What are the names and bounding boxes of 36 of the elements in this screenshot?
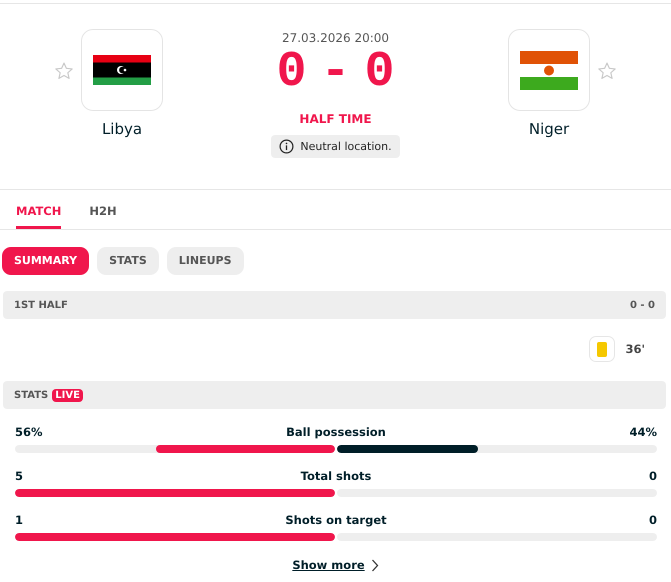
team-name[interactable]: Niger — [528, 120, 570, 138]
team-logo[interactable] — [81, 29, 163, 111]
away-stat-value: 0 — [648, 469, 657, 483]
half-score: 0 - 0 — [630, 300, 655, 310]
stat-name: Ball possession — [286, 425, 386, 439]
summary-tab[interactable]: STATS — [97, 247, 159, 275]
home-stat-value: 56% — [15, 425, 43, 439]
match-tab[interactable]: H2H — [89, 190, 117, 229]
incident-minute: 36' — [625, 342, 645, 356]
summary-tab[interactable]: SUMMARY — [2, 247, 90, 275]
favorite-star-icon[interactable] — [597, 61, 617, 81]
match-date: 27.03.2026 20:00 — [282, 31, 390, 45]
section-title: STATS — [14, 390, 48, 400]
flag-icon — [93, 55, 151, 85]
chevron-right-icon[interactable] — [370, 558, 379, 572]
info-icon — [279, 139, 294, 154]
score-separator: - — [320, 51, 350, 95]
home-score: 0 — [276, 51, 306, 95]
home-stat-value: 1 — [15, 513, 24, 527]
summary-tab[interactable]: LINEUPS — [166, 247, 244, 275]
stat-name: Shots on target — [285, 513, 387, 527]
stat-name: Total shots — [300, 469, 372, 483]
home-stat-value: 5 — [15, 469, 24, 483]
match-tab[interactable]: MATCH — [16, 190, 62, 229]
live-badge: LIVE — [52, 388, 83, 402]
venue-note: Neutral location. — [300, 140, 392, 153]
favorite-star-icon[interactable] — [54, 61, 74, 81]
away-score: 0 — [364, 51, 395, 95]
show-more-link[interactable]: Show more — [292, 558, 365, 572]
section-title: 1ST HALF — [14, 300, 68, 310]
match-status: HALF TIME — [299, 112, 372, 126]
team-name[interactable]: Libya — [102, 120, 142, 138]
booking-card-icon — [597, 342, 608, 356]
away-stat-value: 44% — [629, 425, 657, 439]
flag-icon — [520, 50, 578, 90]
away-stat-value: 0 — [648, 513, 657, 527]
